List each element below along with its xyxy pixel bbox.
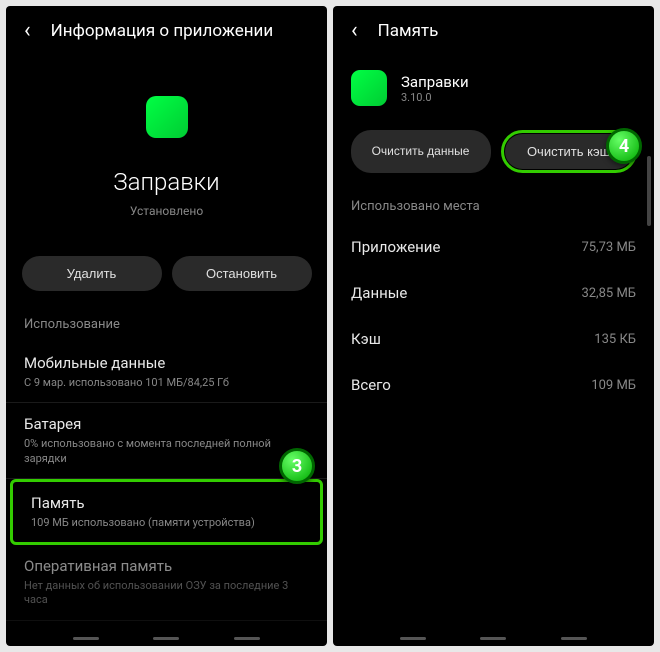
back-icon[interactable]: ‹ bbox=[351, 20, 358, 42]
step-number: 4 bbox=[619, 136, 629, 157]
list-item-title: Память bbox=[31, 494, 302, 512]
header: ‹ Память bbox=[333, 6, 654, 56]
nav-bar bbox=[333, 637, 654, 640]
section-space-label: Использовано места bbox=[333, 191, 654, 224]
step-badge-4: 4 bbox=[606, 128, 642, 164]
nav-back-icon[interactable] bbox=[561, 637, 587, 640]
nav-home-icon[interactable] bbox=[480, 637, 506, 640]
app-name: Заправки bbox=[401, 73, 469, 91]
app-header-row: Заправки 3.10.0 bbox=[333, 56, 654, 120]
clear-buttons: Очистить данные Очистить кэш bbox=[333, 120, 654, 191]
list-item-title: Батарея bbox=[24, 415, 309, 433]
stop-button[interactable]: Остановить bbox=[172, 256, 312, 291]
storage-label: Всего bbox=[351, 376, 391, 394]
list-item-sub: 0% использовано с момента последней полн… bbox=[24, 437, 309, 466]
uninstall-button[interactable]: Удалить bbox=[22, 256, 162, 291]
header: ‹ Информация о приложении bbox=[6, 6, 327, 56]
app-icon bbox=[146, 96, 188, 138]
scrollbar[interactable] bbox=[647, 156, 651, 226]
app-name: Заправки bbox=[113, 168, 219, 196]
storage-label: Данные bbox=[351, 284, 407, 302]
list-item-sub: 109 МБ использовано (памяти устройства) bbox=[31, 516, 302, 530]
screen-storage: ‹ Память Заправки 3.10.0 Очистить данные… bbox=[333, 6, 654, 646]
page-title: Память bbox=[378, 21, 439, 41]
nav-recent-icon[interactable] bbox=[73, 637, 99, 640]
nav-home-icon[interactable] bbox=[153, 637, 179, 640]
list-item-memory[interactable]: Память 109 МБ использовано (памяти устро… bbox=[13, 482, 320, 542]
back-icon[interactable]: ‹ bbox=[24, 20, 31, 42]
highlight-memory: Память 109 МБ использовано (памяти устро… bbox=[10, 479, 323, 545]
list-item-mobile-data[interactable]: Мобильные данные С 9 мар. использовано 1… bbox=[6, 342, 327, 403]
storage-label: Кэш bbox=[351, 330, 381, 348]
app-info: Заправки 3.10.0 bbox=[401, 73, 469, 104]
nav-back-icon[interactable] bbox=[234, 637, 260, 640]
app-icon bbox=[351, 70, 387, 106]
app-hero: Заправки Установлено bbox=[6, 56, 327, 238]
storage-value: 75,73 МБ bbox=[581, 240, 636, 255]
section-usage-label: Использование bbox=[6, 309, 327, 342]
app-status: Установлено bbox=[130, 204, 203, 218]
step-number: 3 bbox=[292, 456, 302, 477]
storage-value: 135 КБ bbox=[594, 332, 636, 347]
nav-bar bbox=[6, 637, 327, 640]
list-item-sub: С 9 мар. использовано 101 МБ/84,25 Гб bbox=[24, 376, 309, 390]
storage-value: 109 МБ bbox=[591, 378, 636, 393]
storage-label: Приложение bbox=[351, 238, 440, 256]
list-item-sub: Нет данных об использовании ОЗУ за после… bbox=[24, 579, 309, 608]
list-item-title: Мобильные данные bbox=[24, 354, 309, 372]
step-badge-3: 3 bbox=[279, 448, 315, 484]
storage-row-app: Приложение 75,73 МБ bbox=[333, 224, 654, 270]
storage-row-cache: Кэш 135 КБ bbox=[333, 316, 654, 362]
list-item-title: Оперативная память bbox=[24, 557, 309, 575]
action-buttons: Удалить Остановить bbox=[6, 238, 327, 309]
clear-data-button[interactable]: Очистить данные bbox=[351, 130, 491, 173]
storage-row-data: Данные 32,85 МБ bbox=[333, 270, 654, 316]
nav-recent-icon[interactable] bbox=[400, 637, 426, 640]
list-item-ram[interactable]: Оперативная память Нет данных об использ… bbox=[6, 545, 327, 621]
page-title: Информация о приложении bbox=[51, 21, 274, 41]
storage-value: 32,85 МБ bbox=[581, 286, 636, 301]
screen-app-info: ‹ Информация о приложении Заправки Устан… bbox=[6, 6, 327, 646]
app-version: 3.10.0 bbox=[401, 91, 469, 104]
storage-row-total: Всего 109 МБ bbox=[333, 362, 654, 408]
